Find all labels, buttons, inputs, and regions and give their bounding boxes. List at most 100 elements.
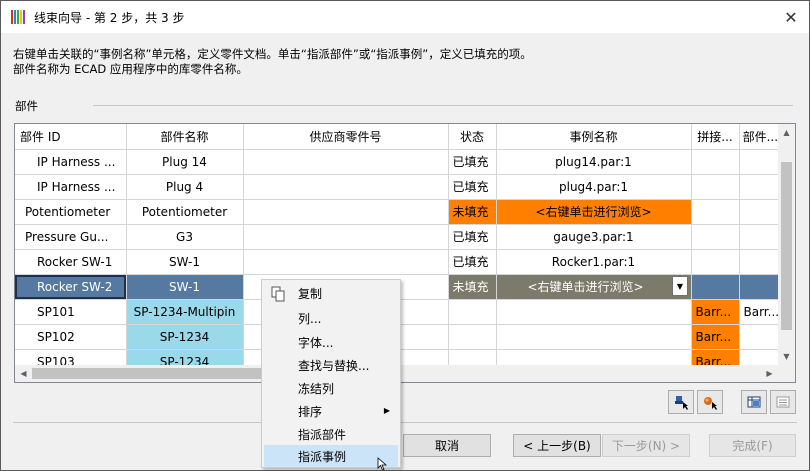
scroll-right-arrow[interactable]: ▶ bbox=[761, 365, 778, 382]
cell-instance[interactable]: Rocker1.par:1 bbox=[496, 249, 692, 275]
parts-group-label: 部件 bbox=[15, 99, 38, 113]
menu-item-font[interactable]: 字体... bbox=[264, 331, 398, 353]
cell-part-name[interactable]: SP-1234-Multipin bbox=[126, 299, 244, 325]
cell-part[interactable] bbox=[739, 174, 783, 200]
cell-part-name[interactable]: SP-1234 bbox=[126, 324, 244, 350]
column-header-part-name[interactable]: 部件名称 bbox=[126, 124, 244, 150]
cell-part-id[interactable]: SP102 bbox=[15, 324, 127, 350]
cell-vendor[interactable] bbox=[243, 199, 449, 225]
cell-part-id[interactable]: Rocker SW-1 bbox=[15, 249, 127, 275]
horizontal-scrollbar[interactable]: ◀ ▶ bbox=[15, 365, 795, 382]
cell-instance[interactable]: <右键单击进行浏览> bbox=[496, 274, 692, 300]
instructions-line-2: 部件名称为 ECAD 应用程序中的库零件名称。 bbox=[13, 62, 248, 76]
column-header-vendor-part-number[interactable]: 供应商零件号 bbox=[243, 124, 449, 150]
close-button[interactable]: ✕ bbox=[773, 1, 809, 33]
cell-part[interactable]: Barr... bbox=[739, 299, 783, 325]
menu-item-assign-part-label: 指派部件 bbox=[298, 427, 347, 442]
horizontal-scroll-thumb[interactable] bbox=[32, 368, 272, 379]
vertical-scrollbar[interactable]: ▲ ▼ bbox=[778, 124, 795, 365]
cell-part-id[interactable]: SP101 bbox=[15, 299, 127, 325]
cell-status[interactable]: 未填充 bbox=[448, 274, 497, 300]
harness-app-icon bbox=[10, 9, 26, 25]
cell-part[interactable] bbox=[739, 199, 783, 225]
cell-part-name[interactable]: Plug 4 bbox=[126, 174, 244, 200]
cell-part-id[interactable]: Potentiometer bbox=[15, 199, 127, 225]
cell-splice[interactable] bbox=[691, 274, 740, 300]
cell-splice[interactable]: Barr... bbox=[691, 299, 740, 325]
menu-item-freeze-columns[interactable]: 冻结列 bbox=[264, 377, 398, 399]
cell-status[interactable] bbox=[448, 299, 497, 325]
cell-part[interactable] bbox=[739, 324, 783, 350]
cell-instance[interactable]: <右键单击进行浏览> bbox=[496, 199, 692, 225]
cell-splice[interactable]: Barr... bbox=[691, 324, 740, 350]
cell-part-id[interactable]: Rocker SW-2 bbox=[15, 274, 127, 300]
cell-status[interactable]: 已填充 bbox=[448, 149, 497, 175]
cell-vendor[interactable] bbox=[243, 149, 449, 175]
cell-part-name[interactable]: Plug 14 bbox=[126, 149, 244, 175]
cell-part-name[interactable]: SW-1 bbox=[126, 274, 244, 300]
cell-splice[interactable] bbox=[691, 174, 740, 200]
assign-part-tool-button[interactable] bbox=[668, 390, 694, 414]
table-row[interactable]: Pressure Gu... G3 已填充 gauge3.par:1 bbox=[15, 224, 783, 250]
scroll-left-arrow[interactable]: ◀ bbox=[15, 365, 32, 382]
menu-item-assign-instance-label: 指派事例 bbox=[298, 449, 347, 464]
menu-item-find-replace[interactable]: 查找与替换... bbox=[264, 354, 398, 376]
cell-instance[interactable]: plug14.par:1 bbox=[496, 149, 692, 175]
column-header-part[interactable]: 部件... bbox=[739, 124, 783, 150]
cell-splice[interactable] bbox=[691, 199, 740, 225]
column-header-status[interactable]: 状态 bbox=[448, 124, 497, 150]
submenu-arrow-icon: ▶ bbox=[383, 406, 390, 415]
column-header-instance-name[interactable]: 事例名称 bbox=[496, 124, 692, 150]
cell-splice[interactable] bbox=[691, 149, 740, 175]
instance-dropdown-button[interactable]: ▼ bbox=[672, 276, 688, 296]
cell-instance[interactable]: plug4.par:1 bbox=[496, 174, 692, 200]
cell-instance[interactable] bbox=[496, 299, 692, 325]
footer-divider bbox=[13, 422, 797, 423]
group-divider bbox=[93, 105, 793, 106]
column-header-splice[interactable]: 拼接... bbox=[691, 124, 740, 150]
table-row[interactable]: IP Harness ... Plug 4 已填充 plug4.par:1 bbox=[15, 174, 783, 200]
cell-part-name[interactable]: G3 bbox=[126, 224, 244, 250]
cell-status[interactable]: 已填充 bbox=[448, 249, 497, 275]
cell-part-id[interactable]: IP Harness ... bbox=[15, 174, 127, 200]
cell-vendor[interactable] bbox=[243, 249, 449, 275]
cell-splice[interactable] bbox=[691, 249, 740, 275]
menu-item-sort[interactable]: 排序 ▶ bbox=[264, 400, 398, 422]
scroll-up-arrow[interactable]: ▲ bbox=[778, 124, 795, 141]
menu-item-columns[interactable]: 列... bbox=[264, 307, 398, 329]
grid-view-tool-button[interactable] bbox=[741, 390, 767, 414]
cell-splice[interactable] bbox=[691, 224, 740, 250]
table-row[interactable]: Rocker SW-1 SW-1 已填充 Rocker1.par:1 bbox=[15, 249, 783, 275]
parts-grid[interactable]: 部件 ID 部件名称 供应商零件号 状态 事例名称 拼接... 部件... IP… bbox=[14, 123, 796, 383]
finish-button[interactable]: 完成(F) bbox=[709, 434, 796, 457]
cell-part[interactable] bbox=[739, 249, 783, 275]
cell-part-id[interactable]: IP Harness ... bbox=[15, 149, 127, 175]
cell-instance[interactable]: gauge3.par:1 bbox=[496, 224, 692, 250]
close-icon: ✕ bbox=[784, 7, 798, 27]
assign-instance-tool-button[interactable] bbox=[697, 390, 723, 414]
vertical-scroll-thumb[interactable] bbox=[781, 162, 792, 330]
table-row[interactable]: IP Harness ... Plug 14 已填充 plug14.par:1 bbox=[15, 149, 783, 175]
cell-vendor[interactable] bbox=[243, 224, 449, 250]
cancel-button[interactable]: 取消 bbox=[403, 434, 491, 457]
cell-part-name[interactable]: SW-1 bbox=[126, 249, 244, 275]
cell-status[interactable]: 未填充 bbox=[448, 199, 497, 225]
menu-item-assign-part[interactable]: 指派部件 bbox=[264, 423, 398, 445]
cell-part[interactable] bbox=[739, 224, 783, 250]
cell-part[interactable] bbox=[739, 149, 783, 175]
column-header-part-id[interactable]: 部件 ID bbox=[15, 124, 127, 150]
cell-part[interactable] bbox=[739, 274, 783, 300]
next-button[interactable]: 下一步(N) > bbox=[602, 434, 690, 457]
cell-vendor[interactable] bbox=[243, 174, 449, 200]
scroll-down-arrow[interactable]: ▼ bbox=[778, 348, 795, 365]
cell-part-id[interactable]: Pressure Gu... bbox=[15, 224, 127, 250]
table-row[interactable]: Potentiometer Potentiometer 未填充 <右键单击进行浏… bbox=[15, 199, 783, 225]
cell-status[interactable]: 已填充 bbox=[448, 174, 497, 200]
cell-part-name[interactable]: Potentiometer bbox=[126, 199, 244, 225]
list-view-tool-button[interactable] bbox=[770, 390, 796, 414]
back-button[interactable]: < 上一步(B) bbox=[513, 434, 601, 457]
cell-status[interactable] bbox=[448, 324, 497, 350]
cell-status[interactable]: 已填充 bbox=[448, 224, 497, 250]
cell-instance[interactable] bbox=[496, 324, 692, 350]
menu-item-copy[interactable]: 复制 bbox=[264, 282, 398, 304]
